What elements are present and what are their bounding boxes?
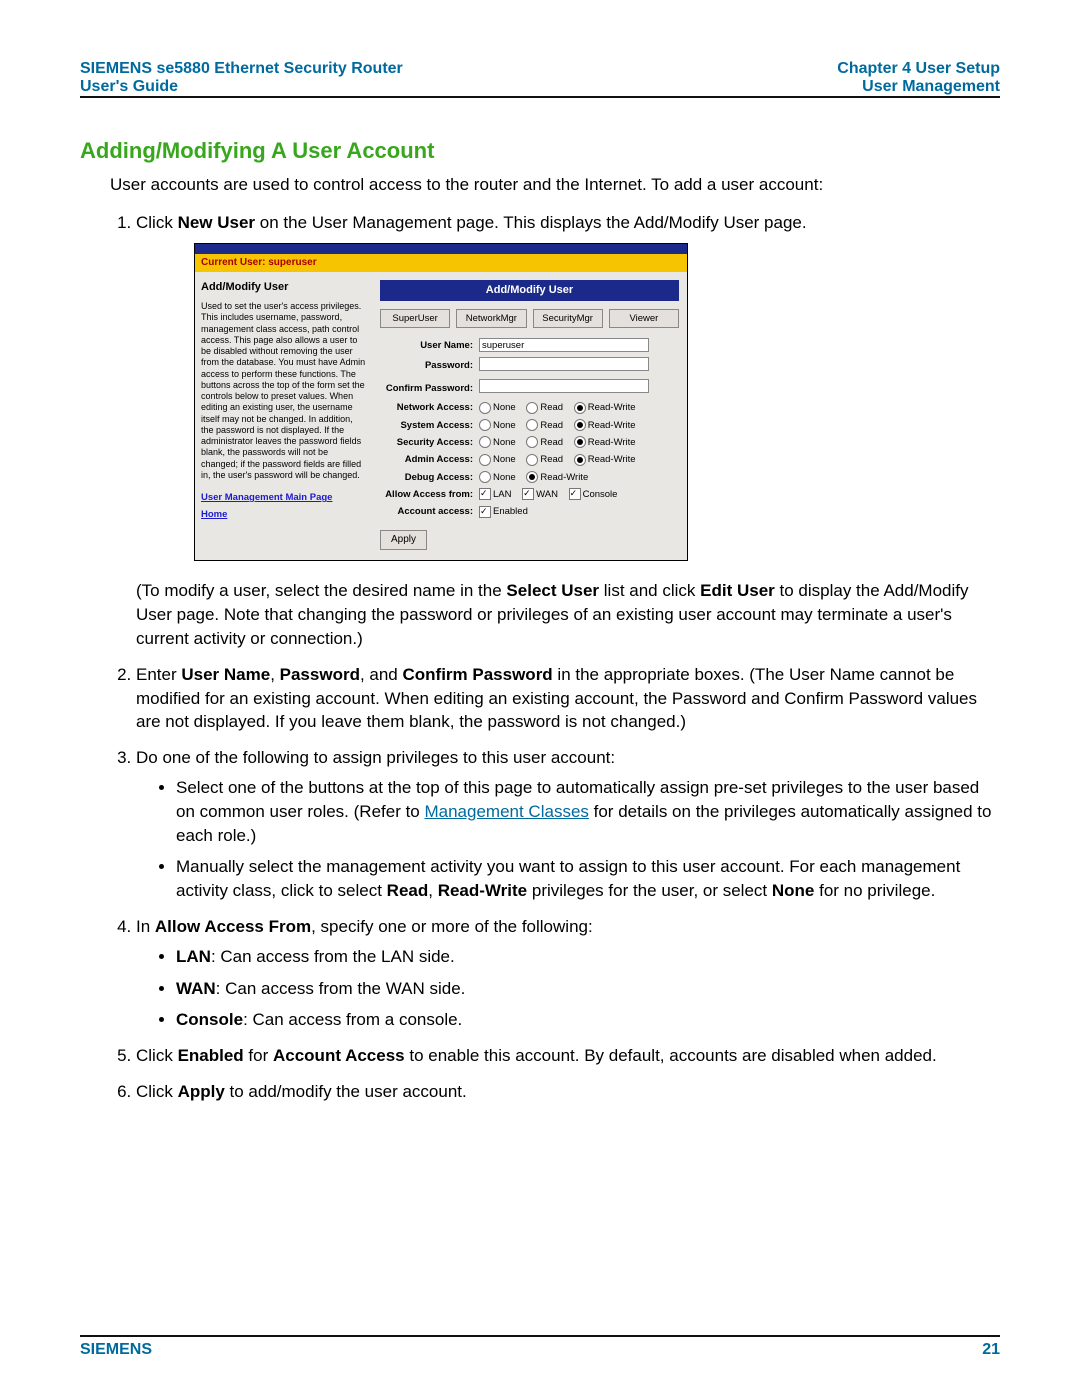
lbl-dbg: Debug Access: — [380, 469, 476, 486]
step-3: Do one of the following to assign privil… — [136, 746, 1000, 903]
step3-bullet1: Select one of the buttons at the top of … — [176, 776, 1000, 847]
page-footer: SIEMENS 21 — [80, 1329, 1000, 1359]
link-management-classes[interactable]: Management Classes — [424, 802, 588, 821]
adm-read[interactable] — [526, 454, 538, 466]
header-rule — [80, 96, 1000, 98]
shot-left-desc: Used to set the user's access privileges… — [201, 301, 366, 481]
shot-sidebar: Add/Modify User Used to set the user's a… — [195, 272, 372, 561]
sys-none[interactable] — [479, 419, 491, 431]
steps-list: Click New User on the User Management pa… — [110, 211, 1000, 1104]
lbl-allow: Allow Access from: — [380, 486, 476, 503]
lbl-acct: Account access: — [380, 503, 476, 520]
shot-link-main[interactable]: User Management Main Page — [201, 491, 366, 504]
step-5: Click Enabled for Account Access to enab… — [136, 1044, 1000, 1068]
net-read[interactable] — [526, 402, 538, 414]
lbl-sec: Security Access: — [380, 434, 476, 451]
footer-brand: SIEMENS — [80, 1341, 152, 1359]
step4-wan: WAN: Can access from the WAN side. — [176, 977, 1000, 1001]
page-header: SIEMENS se5880 Ethernet Security Router … — [80, 60, 1000, 96]
hdr-product: SIEMENS se5880 Ethernet Security Router — [80, 60, 403, 78]
step1-bold: New User — [178, 213, 255, 232]
page-title: Adding/Modifying A User Account — [80, 138, 1000, 164]
shot-user-bar: Current User: superuser — [195, 254, 687, 272]
step-2: Enter User Name, Password, and Confirm P… — [136, 663, 1000, 734]
shot-form: Add/Modify User SuperUser NetworkMgr Sec… — [372, 272, 687, 561]
hdr-subtitle: User's Guide — [80, 78, 403, 96]
step3-intro: Do one of the following to assign privil… — [136, 748, 615, 767]
step1-pre: Click — [136, 213, 178, 232]
shot-blue-bar — [195, 244, 687, 254]
step-4: In Allow Access From, specify one or mor… — [136, 915, 1000, 1032]
preset-securitymgr[interactable]: SecurityMgr — [533, 309, 603, 328]
step4-lan: LAN: Can access from the LAN side. — [176, 945, 1000, 969]
step1-note: (To modify a user, select the desired na… — [136, 579, 1000, 650]
chk-lan[interactable] — [479, 488, 491, 500]
intro-text: User accounts are used to control access… — [110, 174, 1000, 197]
preset-superuser[interactable]: SuperUser — [380, 309, 450, 328]
net-rw[interactable] — [574, 402, 586, 414]
sys-read[interactable] — [526, 419, 538, 431]
lbl-password: Password: — [380, 355, 476, 377]
sys-rw[interactable] — [574, 419, 586, 431]
lbl-confirm: Confirm Password: — [380, 377, 476, 399]
adm-rw[interactable] — [574, 454, 586, 466]
shot-link-home[interactable]: Home — [201, 508, 366, 521]
page-number: 21 — [982, 1341, 1000, 1359]
input-password[interactable] — [479, 357, 649, 371]
sec-rw[interactable] — [574, 436, 586, 448]
step-1: Click New User on the User Management pa… — [136, 211, 1000, 651]
chk-console[interactable] — [569, 488, 581, 500]
step1-post: on the User Management page. This displa… — [255, 213, 807, 232]
step-6: Click Apply to add/modify the user accou… — [136, 1080, 1000, 1104]
screenshot: Current User: superuser Add/Modify User … — [194, 243, 688, 562]
net-none[interactable] — [479, 402, 491, 414]
apply-button[interactable]: Apply — [380, 530, 427, 550]
shot-left-title: Add/Modify User — [201, 280, 366, 295]
adm-none[interactable] — [479, 454, 491, 466]
lbl-net: Network Access: — [380, 399, 476, 416]
step4-console: Console: Can access from a console. — [176, 1008, 1000, 1032]
preset-viewer[interactable]: Viewer — [609, 309, 679, 328]
lbl-sys: System Access: — [380, 417, 476, 434]
hdr-section: User Management — [837, 78, 1000, 96]
chk-wan[interactable] — [522, 488, 534, 500]
shot-panel-title: Add/Modify User — [380, 280, 679, 301]
lbl-username: User Name: — [380, 336, 476, 354]
hdr-chapter: Chapter 4 User Setup — [837, 60, 1000, 78]
input-username[interactable]: superuser — [479, 338, 649, 352]
dbg-rw[interactable] — [526, 471, 538, 483]
chk-enabled[interactable] — [479, 506, 491, 518]
step3-bullet2: Manually select the management activity … — [176, 855, 1000, 903]
sec-read[interactable] — [526, 436, 538, 448]
lbl-adm: Admin Access: — [380, 451, 476, 468]
preset-networkmgr[interactable]: NetworkMgr — [456, 309, 526, 328]
dbg-none[interactable] — [479, 471, 491, 483]
preset-row: SuperUser NetworkMgr SecurityMgr Viewer — [380, 309, 679, 328]
sec-none[interactable] — [479, 436, 491, 448]
input-confirm[interactable] — [479, 379, 649, 393]
